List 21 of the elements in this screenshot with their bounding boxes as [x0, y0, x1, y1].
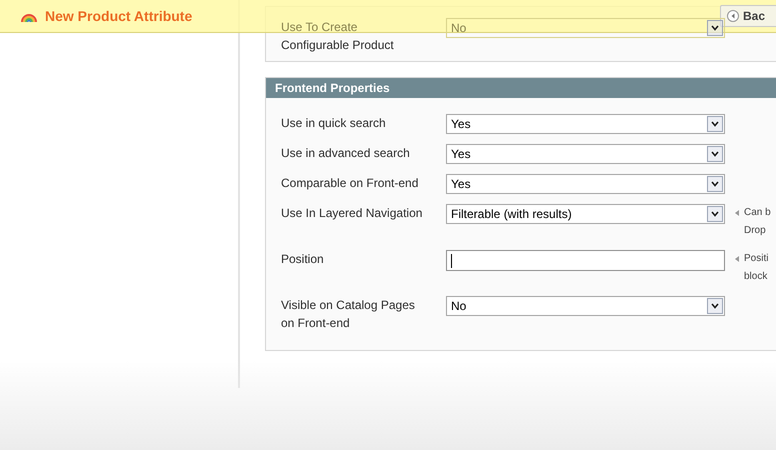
field-label: Comparable on Front-end: [281, 175, 420, 192]
field-label: Use in advanced search: [281, 145, 411, 162]
dropdown-field[interactable]: No: [446, 18, 725, 38]
dropdown-field[interactable]: Filterable (with results): [446, 204, 725, 224]
dropdown-field[interactable]: Yes: [446, 174, 725, 194]
dropdown-field[interactable]: No: [446, 296, 725, 316]
field-hint: Can b Drop: [744, 206, 771, 238]
field-label: Position: [281, 251, 325, 268]
field-label: Visible on Catalog Pages on Front-end: [281, 297, 416, 332]
dropdown-field[interactable]: Yes: [446, 144, 725, 164]
field-label: Use In Layered Navigation: [281, 205, 424, 222]
field-label: Use in quick search: [281, 115, 387, 132]
back-button[interactable]: Bac: [720, 5, 776, 27]
pointer-icon: [735, 210, 739, 216]
field-hint: Positi block: [744, 252, 768, 284]
page-title: New Product Attribute: [45, 6, 192, 26]
section-header: Frontend Properties: [266, 78, 776, 98]
dropdown-field[interactable]: Yes: [446, 114, 725, 134]
field-label: Use To Create Configurable Product: [281, 19, 395, 54]
pointer-icon: [735, 256, 739, 262]
text-input-field[interactable]: [446, 250, 725, 271]
